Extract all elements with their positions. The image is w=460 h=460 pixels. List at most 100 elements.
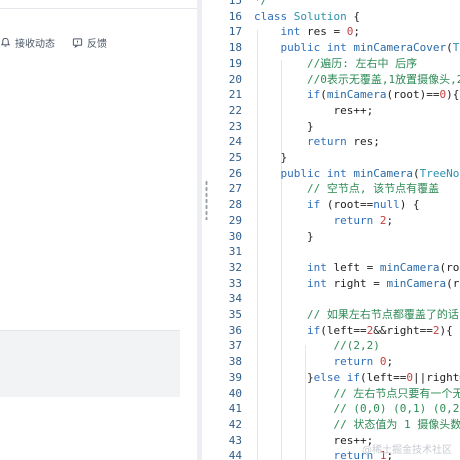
content-card: [0, 330, 180, 397]
code-text: }: [254, 119, 314, 134]
code-editor[interactable]: 15 */16 class Solution {17 int res = 0; 18 …: [212, 0, 460, 460]
code-line: 17 int res = 0;: [212, 24, 460, 39]
code-token: return: [333, 213, 374, 227]
line-number: 24: [228, 135, 242, 149]
code-token: ) {: [399, 198, 420, 212]
code-token: }: [254, 229, 314, 243]
code-token: minCamera: [353, 166, 413, 180]
code-token: left =: [326, 260, 380, 274]
code-text: // 左右节点只要有一个无覆盖: [254, 386, 460, 401]
line-number: 28: [228, 198, 242, 212]
line-number: 44: [228, 449, 242, 460]
code-token: (root==: [320, 198, 374, 212]
splitter[interactable]: [197, 0, 212, 460]
code-token: // 左右节点只要有一个无覆盖: [333, 386, 460, 400]
code-token: right =: [326, 276, 387, 290]
line-number: 18: [228, 41, 242, 55]
code-line: 38 return 0;: [212, 354, 460, 369]
line-number: 21: [228, 88, 242, 102]
line-number: 16: [228, 9, 242, 23]
code-line: 37 //(2,2): [212, 338, 460, 353]
code-line: 22 res++;: [212, 103, 460, 118]
code-text: if(left==2&&right==2){: [254, 323, 453, 338]
code-token: return: [333, 355, 374, 369]
receive-updates-button[interactable]: 接收动态: [0, 33, 55, 51]
code-token: // 如果左右节点都覆盖了的话, 那么: [306, 308, 460, 321]
code-token: */: [254, 0, 268, 7]
code-token: ;: [386, 355, 394, 369]
line-number: 36: [228, 323, 242, 337]
code-token: res++;: [254, 103, 374, 117]
code-line: 32 int left = minCamera(root.: [212, 260, 460, 275]
code-line: 16 class Solution {: [212, 9, 460, 24]
code-line: 15 */: [212, 0, 460, 8]
line-number: 26: [228, 166, 242, 180]
code-token: int: [326, 41, 347, 55]
code-token: (root.: [439, 260, 460, 274]
feedback-button[interactable]: 反馈: [72, 33, 107, 51]
code-line: 21 if(minCamera(root)==0){ //: [212, 87, 460, 102]
code-line: 20 //0表示无覆盖,1放置摄像头,2有覆: [212, 72, 460, 87]
left-panel: 接收动态 反馈: [0, 0, 197, 460]
code-text: */: [254, 0, 267, 8]
code-line: 25 }: [212, 150, 460, 165]
line-number: 15: [228, 0, 242, 7]
code-token: // (0,0) (0,1) (0,2) (1: [333, 402, 460, 416]
code-token: if: [306, 323, 321, 337]
line-number: 20: [228, 72, 242, 86]
code-token: (left==: [320, 323, 367, 337]
line-number: 40: [228, 386, 242, 400]
line-number: 34: [228, 292, 242, 306]
code-token: int: [306, 276, 327, 290]
code-text: }: [254, 150, 287, 165]
line-number: 35: [228, 308, 242, 321]
bell-icon: [0, 37, 11, 48]
line-number: 38: [228, 355, 242, 369]
code-line: 42 // 状态值为 1 摄像头数 ++: [212, 417, 460, 432]
code-token: public: [280, 41, 327, 55]
code-line: 24 return res;: [212, 134, 460, 149]
line-number: 29: [228, 213, 242, 227]
code-token: (root: [446, 276, 460, 290]
feedback-icon: [72, 37, 83, 48]
code-text: if(minCamera(root)==0){ //: [254, 87, 460, 102]
code-line: 33 int right = minCamera(root: [212, 276, 460, 291]
code-line: 30 }: [212, 229, 460, 244]
code-text: return 0;: [254, 354, 393, 369]
code-token: return: [306, 135, 347, 149]
code-token: int: [306, 260, 327, 274]
splitter-rail: [197, 0, 202, 460]
line-number: 32: [228, 260, 242, 274]
code-line: 19 //遍历: 左右中 后序: [212, 56, 460, 71]
code-token: minCamera: [326, 88, 387, 102]
code-line: 26 public int minCamera(TreeNode r: [212, 166, 460, 181]
line-number: 25: [228, 151, 242, 164]
code-text: return 2;: [254, 213, 393, 228]
code-token: (: [412, 166, 420, 180]
code-token: (root)==: [386, 88, 440, 102]
code-text: // 如果左右节点都覆盖了的话, 那么: [254, 307, 460, 322]
code-token: ;: [386, 213, 394, 227]
code-token: TreeNo: [452, 41, 460, 55]
code-text: //(2,2): [254, 338, 379, 353]
line-number: 22: [228, 103, 242, 117]
line-number: 37: [228, 339, 242, 353]
code-token: {: [346, 9, 360, 23]
divider: [0, 8, 197, 9]
code-line: 40 // 左右节点只要有一个无覆盖: [212, 386, 460, 401]
code-token: }: [254, 119, 314, 133]
code-token: (: [446, 41, 453, 55]
drag-handle-icon[interactable]: [205, 180, 208, 220]
code-token: (: [320, 88, 327, 102]
